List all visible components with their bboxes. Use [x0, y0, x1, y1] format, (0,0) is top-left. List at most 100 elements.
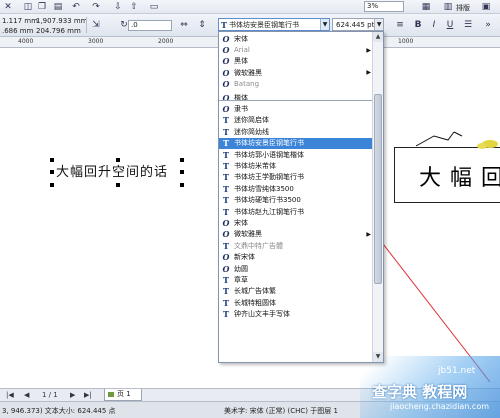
print-icon[interactable]: ▭ — [148, 1, 160, 13]
paste-icon[interactable]: ▤ — [52, 1, 64, 13]
more-icon[interactable]: » — [482, 19, 494, 31]
font-item-label: 书体坊郭小语钢笔楷体 — [234, 150, 304, 159]
font-dropdown-list[interactable]: O 宋体 O Arial ▶ O 黑体 O 微软雅黑 ▶ O Batang O 楷体 O 隶书 T 迷你简启体 T 迷… — [218, 31, 384, 363]
truetype-font-icon: T — [223, 172, 229, 183]
underline-icon[interactable]: U — [444, 19, 456, 31]
font-item-label: Arial — [234, 46, 250, 55]
height-value[interactable]: 204.796 mm — [36, 27, 81, 35]
selection-handle[interactable] — [50, 170, 54, 174]
font-item[interactable]: O 微软雅黑 ▶ — [219, 229, 373, 240]
font-item[interactable]: O 楷体 — [219, 92, 373, 103]
font-list-scrollbar[interactable]: ▲ ▼ — [372, 32, 383, 362]
page-tab[interactable]: 页 1 — [104, 389, 142, 401]
submenu-arrow-icon[interactable]: ▶ — [366, 47, 371, 54]
snap-icon[interactable]: ▦ — [420, 1, 432, 13]
font-item[interactable]: T 长城广告体繁 — [219, 286, 373, 297]
align-icon[interactable]: ☰ — [462, 19, 474, 31]
scroll-thumb[interactable] — [374, 94, 382, 284]
copy-icon[interactable]: ❐ — [36, 1, 48, 13]
font-size-combo[interactable]: 624.445 pt ▼ — [332, 18, 384, 31]
font-item[interactable]: O 宋体 — [219, 33, 373, 44]
font-item[interactable]: O Arial ▶ — [219, 44, 373, 55]
font-item[interactable]: T 钟齐山文丰手写体 — [219, 309, 373, 320]
zoom-icon[interactable]: ◫ — [22, 1, 34, 13]
truetype-font-icon: T — [223, 206, 229, 217]
font-item[interactable]: O 黑体 — [219, 56, 373, 67]
first-page-icon[interactable]: |◀ — [6, 391, 14, 399]
ruler-label: 3000 — [88, 38, 104, 45]
font-item[interactable]: T 章草 — [219, 274, 373, 285]
zoom-level-field[interactable]: 3% — [364, 1, 404, 12]
selection-handle[interactable] — [50, 183, 54, 187]
truetype-font-icon: T — [223, 195, 229, 206]
font-item[interactable]: O 微软雅黑 ▶ — [219, 67, 373, 78]
font-item-label: 文鼎中特广告體 — [234, 241, 283, 250]
export-icon[interactable]: ⇧ — [128, 1, 140, 13]
font-item[interactable]: O 宋体 — [219, 217, 373, 228]
font-item[interactable]: T 迷你简启体 — [219, 115, 373, 126]
next-page-icon[interactable]: ▶ — [70, 391, 75, 399]
chevron-down-icon[interactable]: ▼ — [320, 19, 329, 30]
bold-icon[interactable]: B — [412, 19, 424, 31]
font-family-value: 书体坊安景臣钢笔行书 — [229, 20, 299, 29]
font-item[interactable]: T 书体坊郭小语钢笔楷体 — [219, 149, 373, 160]
font-item-selected[interactable]: T 书体坊安景臣钢笔行书 — [219, 137, 373, 149]
opentype-font-icon: O — [222, 104, 230, 115]
font-item[interactable]: T 书体坊赵九江钢笔行书 — [219, 206, 373, 217]
redo-icon[interactable]: ↷ — [90, 1, 102, 13]
font-item-label: 章草 — [234, 276, 248, 285]
chevron-down-icon[interactable]: ▼ — [374, 19, 383, 30]
italic-icon[interactable]: I — [428, 19, 440, 31]
import-icon[interactable]: ⇩ — [112, 1, 124, 13]
selection-handle[interactable] — [180, 158, 184, 162]
delete-icon[interactable]: ✕ — [2, 1, 14, 13]
font-item[interactable]: T 书体坊米芾体 — [219, 160, 373, 171]
watermark-site: jb51.net — [438, 366, 476, 376]
scroll-up-icon[interactable]: ▲ — [373, 32, 383, 42]
rotation-field[interactable]: .0 — [128, 20, 172, 31]
flip-icon[interactable]: ⇕ — [196, 19, 208, 31]
submenu-arrow-icon[interactable]: ▶ — [366, 69, 371, 76]
selection-handle[interactable] — [50, 158, 54, 162]
truetype-font-icon: T — [223, 286, 229, 297]
prev-page-icon[interactable]: ◀ — [24, 391, 29, 399]
scale-icon[interactable]: ⇲ — [90, 19, 102, 31]
font-item[interactable]: O 隶书 — [219, 103, 373, 114]
font-item[interactable]: T 长城特粗圆体 — [219, 297, 373, 308]
font-item[interactable]: O 幼圆 — [219, 263, 373, 274]
layout-label[interactable]: 排版 — [456, 3, 470, 13]
truetype-font-icon: T — [223, 183, 229, 194]
font-item[interactable]: T 文鼎中特广告體 — [219, 240, 373, 251]
font-item[interactable]: O 新宋体 — [219, 252, 373, 263]
page-tab-label: 页 1 — [117, 390, 131, 398]
mirror-icon[interactable]: ⇔ — [178, 19, 190, 31]
opentype-font-icon: O — [222, 218, 230, 229]
last-page-icon[interactable]: ▶| — [84, 391, 92, 399]
y-position[interactable]: 1,907.933 mm — [36, 17, 88, 25]
x-position[interactable]: 1.117 mm — [2, 17, 38, 25]
width-value[interactable]: .686 mm — [2, 27, 33, 35]
selection-handle[interactable] — [180, 170, 184, 174]
truetype-font-icon: T — [223, 309, 229, 320]
undo-icon[interactable]: ↶ — [70, 1, 82, 13]
selection-handle[interactable] — [116, 183, 120, 187]
font-family-combo[interactable]: T 书体坊安景臣钢笔行书 ▼ — [218, 18, 330, 31]
opentype-font-icon: O — [222, 33, 230, 44]
font-item-label: 书体坊米芾体 — [234, 162, 276, 171]
ruler-label: 1000 — [398, 38, 414, 45]
font-item-label: 迷你简幼线 — [234, 127, 269, 136]
selection-handle[interactable] — [116, 158, 120, 162]
selection-handle[interactable] — [180, 183, 184, 187]
font-item[interactable]: T 书体坊硬笔行书3500 — [219, 195, 373, 206]
font-item[interactable]: O Batang — [219, 79, 373, 90]
font-item[interactable]: T 迷你简幼线 — [219, 126, 373, 137]
selected-artistic-text[interactable]: 大幅回升空间的话 — [56, 161, 168, 180]
layout-icon[interactable]: ▥ — [442, 1, 454, 13]
text-direction-icon[interactable]: ≡ — [394, 19, 406, 31]
options-icon[interactable]: ▣ — [480, 1, 492, 13]
font-item-label: 微软雅黑 — [234, 68, 262, 77]
font-item[interactable]: T 书体坊王学勤钢笔行书 — [219, 172, 373, 183]
font-item[interactable]: T 书体坊雪纯体3500 — [219, 183, 373, 194]
page-icon — [108, 392, 114, 397]
submenu-arrow-icon[interactable]: ▶ — [366, 231, 371, 238]
